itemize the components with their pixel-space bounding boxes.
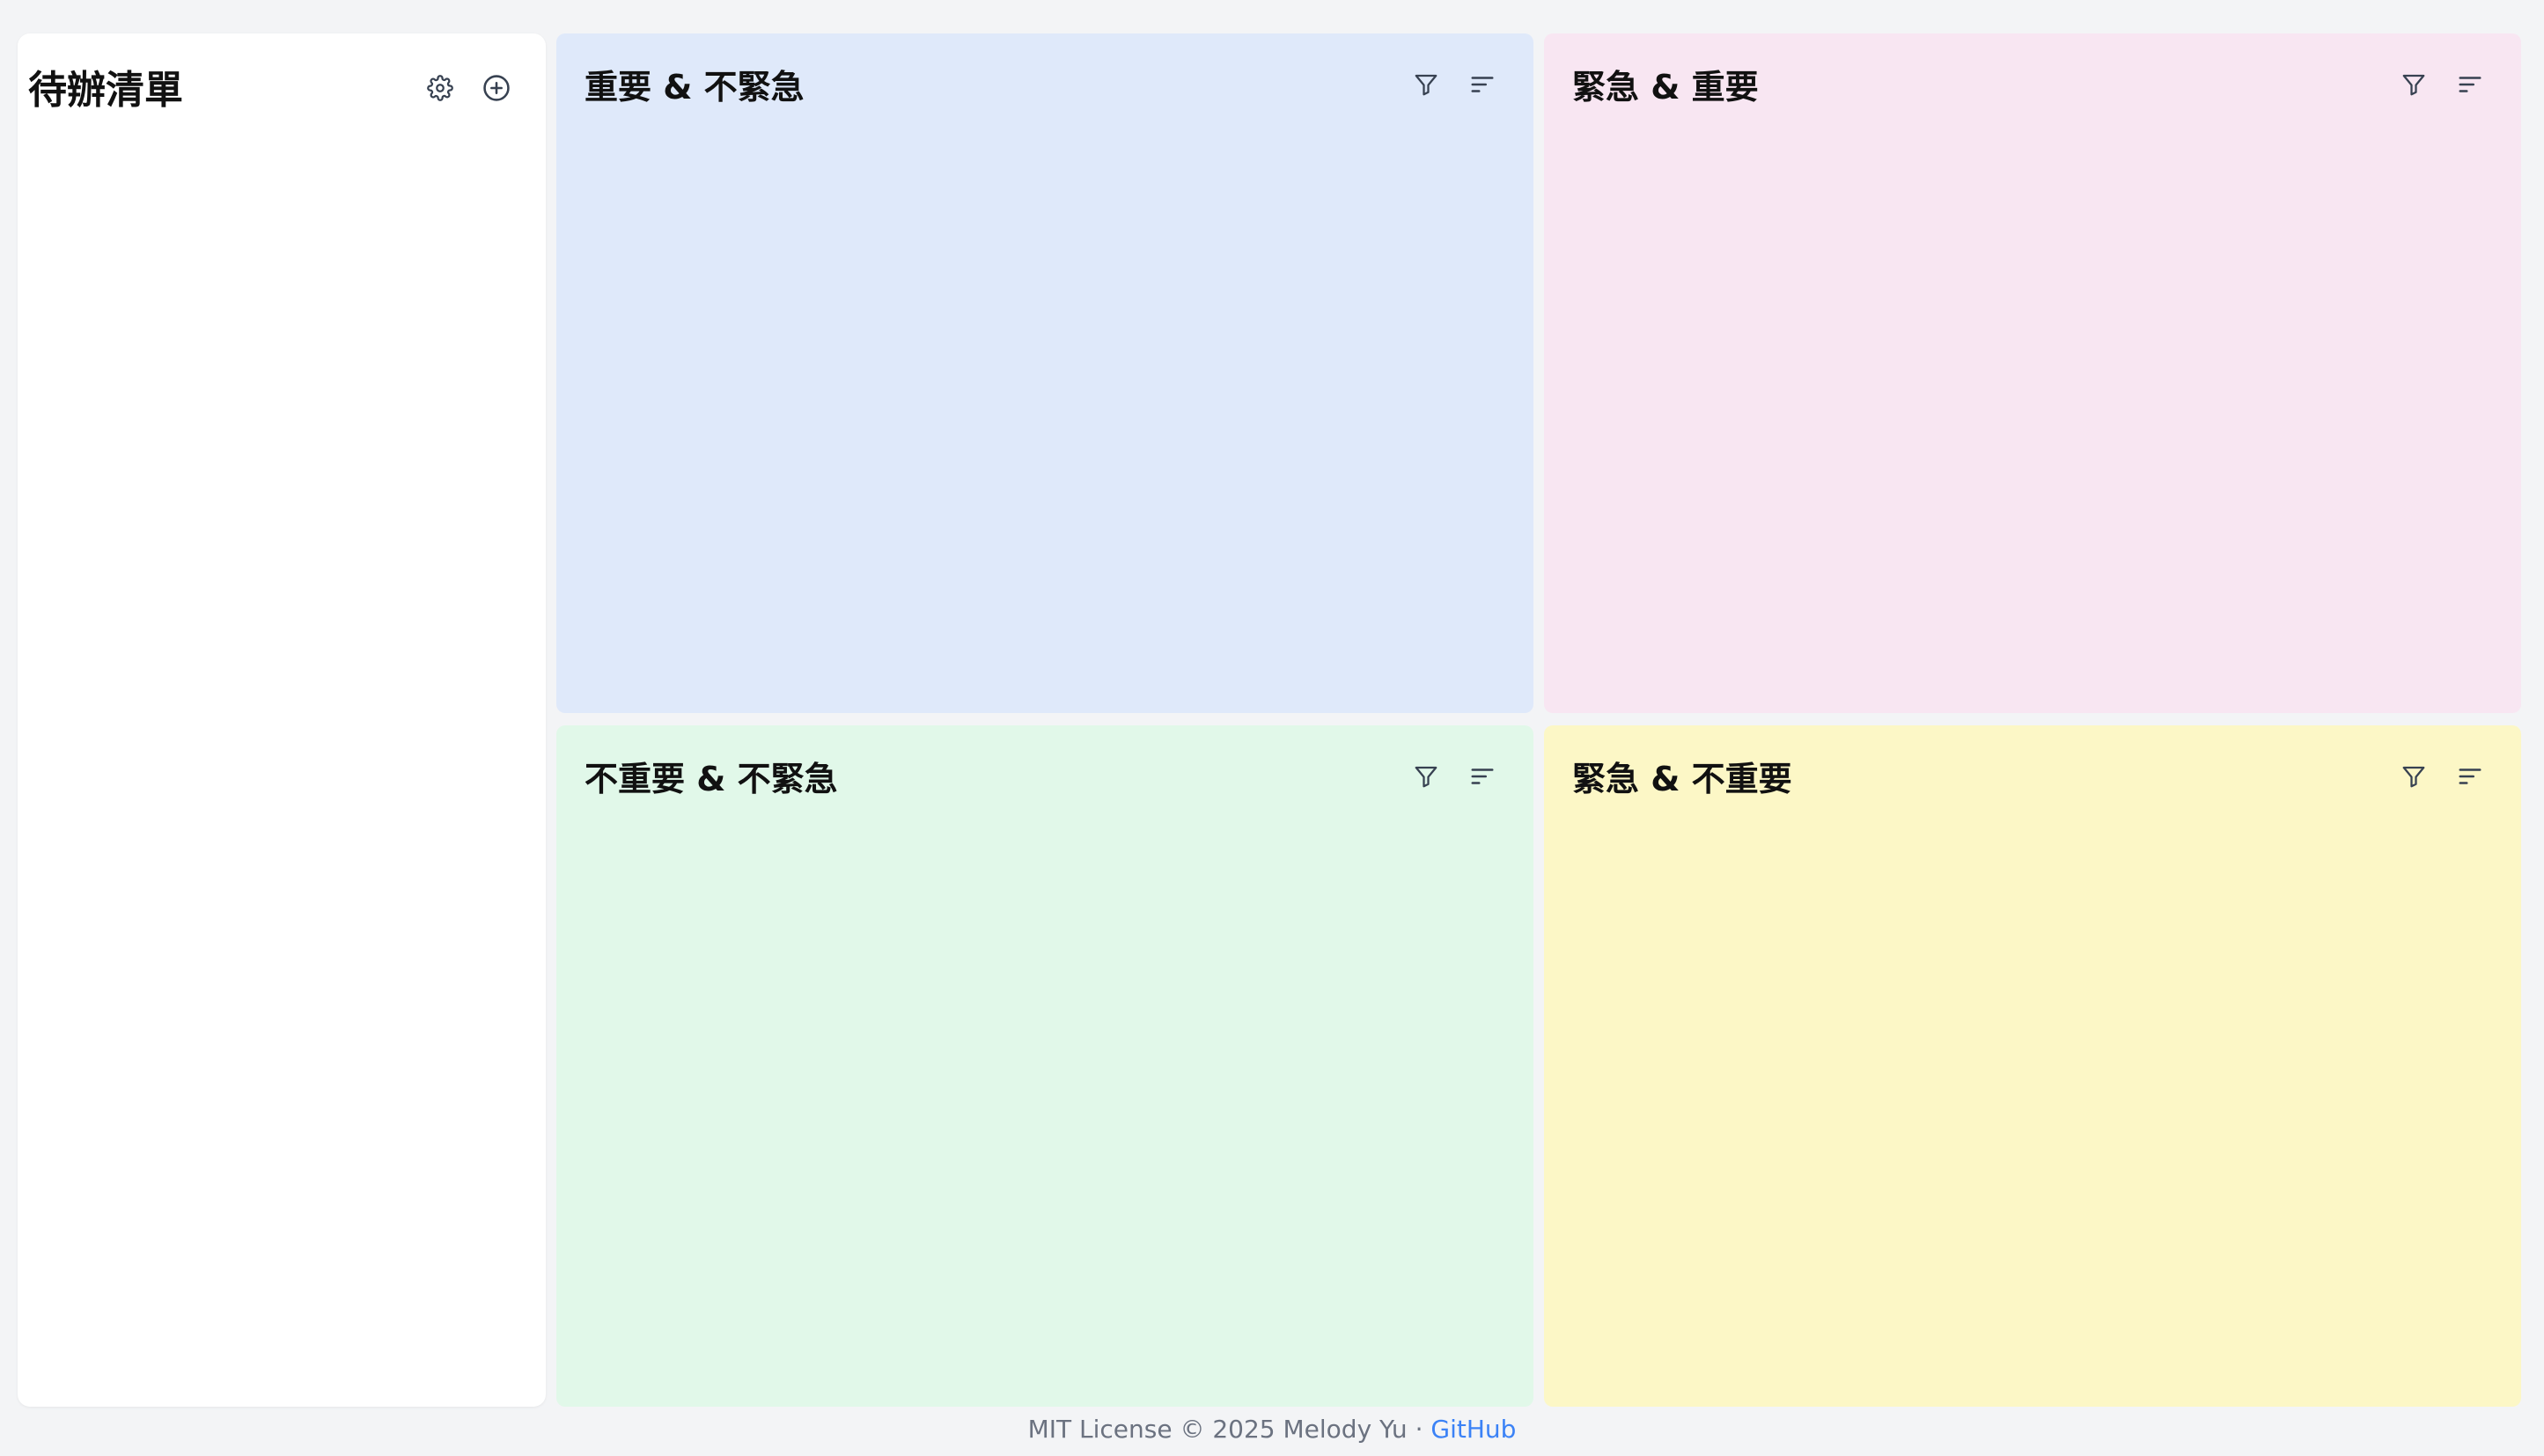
quadrant-not-important-not-urgent xyxy=(556,725,1533,1407)
sort-button[interactable] xyxy=(2451,65,2489,104)
gear-icon xyxy=(427,75,453,101)
filter-button[interactable] xyxy=(2394,757,2433,796)
quadrant-title: 不重要 & 不緊急 xyxy=(585,760,838,798)
add-task-button[interactable] xyxy=(477,69,516,107)
quadrant-title: 緊急 & 重要 xyxy=(1572,68,1759,107)
filter-button[interactable] xyxy=(1407,65,1445,104)
github-link[interactable]: GitHub xyxy=(1430,1415,1516,1444)
filter-icon xyxy=(2402,766,2425,788)
quadrant-title: 緊急 & 不重要 xyxy=(1572,760,1792,798)
footer: MIT License © 2025 Melody Yu · GitHub xyxy=(0,1414,2544,1445)
sort-icon xyxy=(2459,77,2482,92)
quadrant-toolbar xyxy=(1407,757,1502,796)
filter-button[interactable] xyxy=(2394,65,2433,104)
sidebar-title: 待辦清單 xyxy=(28,68,183,113)
todo-sidebar xyxy=(18,33,546,1407)
sort-button[interactable] xyxy=(1463,757,1502,796)
quadrant-urgent-not-important xyxy=(1544,725,2521,1407)
settings-button[interactable] xyxy=(421,69,460,107)
quadrant-title: 重要 & 不緊急 xyxy=(585,68,805,107)
quadrant-urgent-important xyxy=(1544,33,2521,713)
quadrant-toolbar xyxy=(1407,65,1502,104)
sort-icon xyxy=(1471,77,1494,92)
quadrant-toolbar xyxy=(2394,65,2489,104)
plus-circle-icon xyxy=(483,75,510,101)
sort-button[interactable] xyxy=(2451,757,2489,796)
filter-icon xyxy=(2402,74,2425,96)
sort-button[interactable] xyxy=(1463,65,1502,104)
filter-icon xyxy=(1415,74,1437,96)
filter-button[interactable] xyxy=(1407,757,1445,796)
quadrant-important-not-urgent xyxy=(556,33,1533,713)
sort-icon xyxy=(2459,768,2482,784)
sort-icon xyxy=(1471,768,1494,784)
filter-icon xyxy=(1415,766,1437,788)
license-text: MIT License © 2025 Melody Yu · xyxy=(1027,1415,1431,1444)
quadrant-toolbar xyxy=(2394,757,2489,796)
